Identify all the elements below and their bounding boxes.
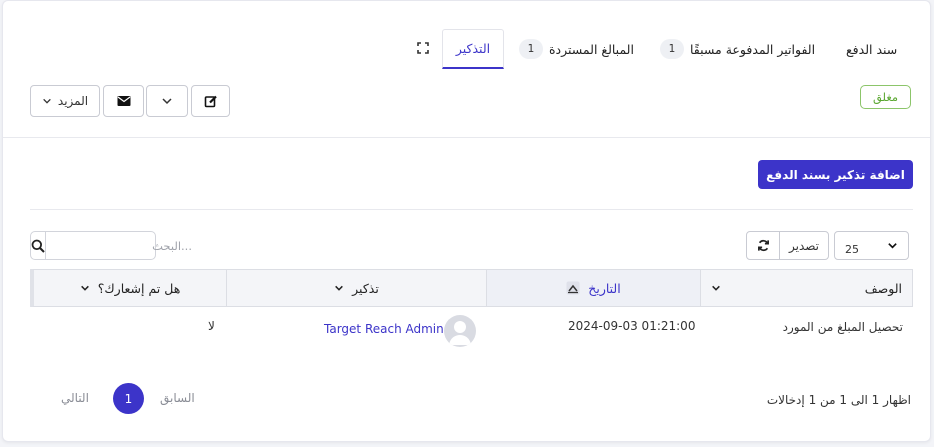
chevron-down-icon: [42, 96, 52, 106]
column-label: تذكير: [352, 280, 379, 296]
tab-refunds[interactable]: 1 المبالغ المستردة: [519, 29, 634, 69]
edit-button[interactable]: [191, 85, 230, 117]
chevron-down-icon: [80, 283, 90, 293]
fullscreen-icon[interactable]: [415, 40, 431, 56]
add-reminder-button[interactable]: اضافة تذكير بسند الدفع: [758, 160, 913, 189]
column-label: الوصف: [864, 280, 902, 296]
payment-voucher-panel: سند الدفع 1 الفواتير المدفوعة مسبقًا 1 ا…: [2, 0, 931, 442]
chevron-down-icon: [887, 240, 898, 251]
count-badge: 1: [660, 39, 684, 59]
sort-icon: [566, 281, 580, 295]
refresh-button[interactable]: [746, 231, 780, 260]
tab-label: سند الدفع: [846, 41, 898, 57]
export-label: تصدير: [788, 238, 819, 253]
chevron-down-icon: [711, 283, 721, 293]
search-box: [30, 231, 200, 260]
tab-label: التذكير: [455, 41, 491, 56]
header-divider: [3, 137, 930, 138]
row-reminder-user-link[interactable]: Target Reach Admin: [324, 322, 444, 336]
avatar: [444, 315, 476, 347]
prev-page-button[interactable]: السابق: [160, 391, 195, 405]
column-header-description[interactable]: الوصف: [700, 269, 913, 307]
status-badge: مغلق: [860, 85, 911, 109]
column-header-reminder[interactable]: تذكير: [226, 269, 487, 307]
edit-icon: [204, 94, 218, 108]
row-description: تحصيل المبلغ من المورد: [782, 320, 903, 334]
envelope-icon: [117, 95, 131, 107]
export-button[interactable]: تصدير: [779, 231, 829, 260]
column-label: التاريخ: [588, 280, 621, 296]
tab-label: المبالغ المستردة: [549, 41, 634, 57]
page-button-current[interactable]: 1: [113, 383, 144, 414]
row-date: 2024-09-03 01:21:00: [568, 319, 696, 333]
search-button[interactable]: [31, 232, 46, 259]
section-divider: [30, 209, 913, 210]
chevron-down-icon: [161, 95, 173, 107]
page-size-select[interactable]: 25: [834, 231, 909, 260]
dropdown-toggle-button[interactable]: [146, 85, 188, 117]
column-header-date[interactable]: التاريخ: [486, 269, 701, 307]
page-size-value: 25: [845, 243, 859, 256]
chevron-down-icon: [334, 283, 344, 293]
entries-summary: اظهار 1 الى 1 من 1 إدخالات: [766, 393, 911, 407]
search-icon: [31, 239, 45, 253]
row-notified: لا: [208, 319, 215, 333]
count-badge: 1: [519, 39, 543, 59]
column-label: هل تم إشعارك؟: [97, 280, 181, 296]
more-label: المزيد: [57, 94, 89, 108]
email-button[interactable]: [103, 85, 144, 117]
column-header-notified[interactable]: هل تم إشعارك؟: [30, 269, 227, 307]
tab-prepaid-invoices[interactable]: 1 الفواتير المدفوعة مسبقًا: [660, 29, 815, 69]
next-page-button[interactable]: التالي: [61, 391, 89, 405]
tab-label: الفواتير المدفوعة مسبقًا: [690, 41, 816, 57]
refresh-icon: [757, 239, 770, 252]
tab-reminders[interactable]: التذكير: [442, 29, 504, 69]
search-input[interactable]: [46, 232, 200, 259]
tab-payment-voucher[interactable]: سند الدفع: [846, 29, 897, 69]
more-dropdown-button[interactable]: المزيد: [30, 85, 100, 117]
